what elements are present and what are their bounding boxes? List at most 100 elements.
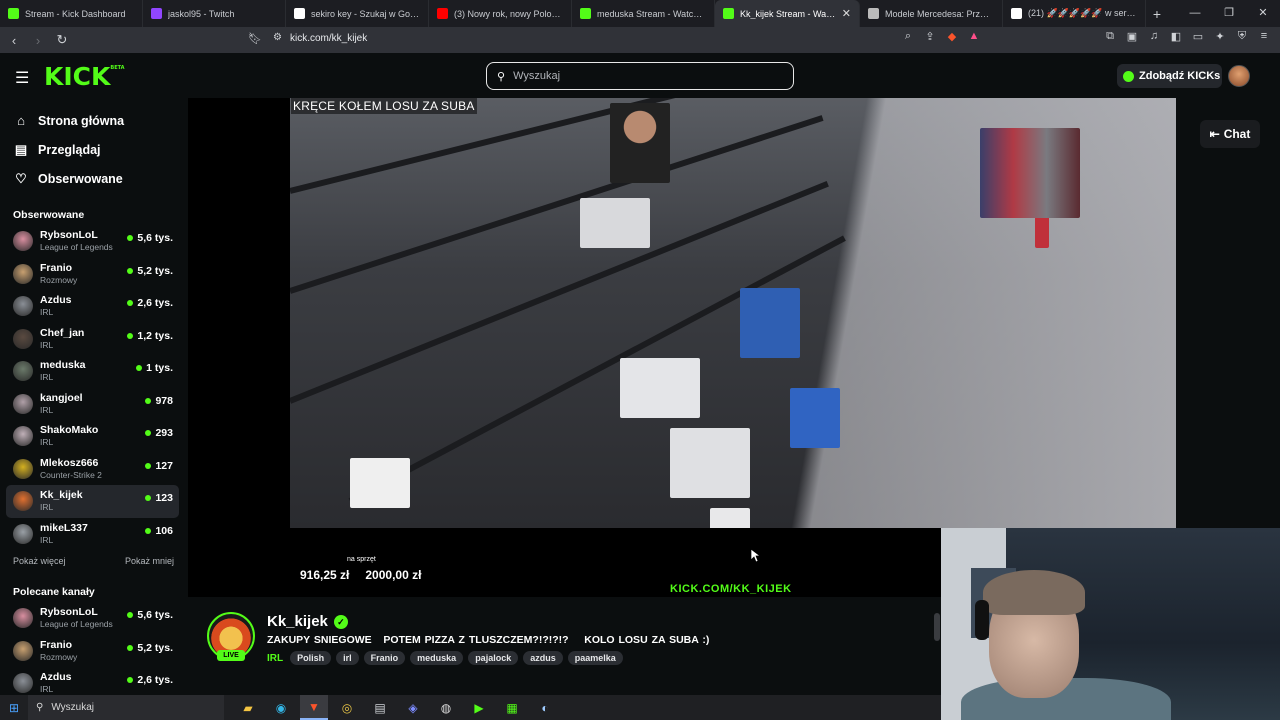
restore-icon[interactable]: ❐ (1212, 0, 1246, 27)
back-icon[interactable]: ‹ (4, 33, 24, 48)
file-explorer-icon[interactable]: ▰ (234, 695, 262, 720)
channel-name: mikeL337 (40, 521, 88, 534)
taskbar-search[interactable]: ⚲ Wyszukaj (28, 695, 224, 720)
sidebar-toggle-icon[interactable]: ◧ (1168, 30, 1184, 43)
sidebar-channel[interactable]: Franio Rozmowy 5,2 tys. (6, 635, 179, 668)
discord-icon[interactable]: ◈ (399, 695, 427, 720)
browser-tab[interactable]: Kk_kijek Stream - Watc... ✕ (715, 0, 860, 27)
sidebar-channel[interactable]: kangjoel IRL 978 (6, 388, 179, 421)
browser-tab-title: (21) 🚀🚀🚀🚀🚀 w serwisie... (1028, 8, 1137, 18)
menu-icon[interactable]: ≡ (1256, 30, 1272, 43)
channel-name: Franio (40, 638, 73, 651)
kick-logo[interactable]: KICKBETA (44, 62, 125, 91)
recommended-heading: Polecane kanały (13, 586, 95, 598)
stream-tag[interactable]: Polish (290, 651, 332, 665)
live-dot-icon (127, 677, 134, 683)
sidebar-nav-item[interactable]: ▤ Przeglądaj (0, 135, 188, 164)
browser-tab[interactable]: sekiro key - Szukaj w Google (286, 0, 429, 27)
leo-icon[interactable]: ✦ (1212, 30, 1228, 43)
edge-icon[interactable]: ◉ (267, 695, 295, 720)
video-player[interactable]: KRĘCE KOŁEM LOSU ZA SUBA na sprzęt 916,2… (188, 98, 1176, 597)
viewer-count: 127 (145, 460, 173, 472)
browser-tab[interactable]: meduska Stream - Watch L... (572, 0, 715, 27)
live-dot-icon (145, 495, 152, 501)
close-tab-icon[interactable]: ✕ (842, 7, 851, 20)
wallet2-icon[interactable]: ▭ (1190, 30, 1206, 43)
browser-tab[interactable]: jaskol95 - Twitch (143, 0, 286, 27)
stream-tag[interactable]: paamelka (567, 651, 623, 665)
channel-avatar (13, 523, 33, 544)
viewer-count: 1,2 tys. (127, 330, 173, 342)
sidebar-channel[interactable]: mikeL337 IRL 106 (6, 518, 179, 551)
browser-tab[interactable]: (21) 🚀🚀🚀🚀🚀 w serwisie... (1003, 0, 1146, 27)
sidebar-channel[interactable]: Chef_jan IRL 1,2 tys. (6, 323, 179, 356)
streamer-name[interactable]: Kk_kijek (267, 613, 328, 630)
wallet-icon[interactable]: ▣ (1124, 30, 1140, 43)
reload-icon[interactable]: ↻ (52, 32, 72, 48)
chrome-icon[interactable]: ◎ (333, 695, 361, 720)
channel-name: Mlekosz666 (40, 456, 99, 469)
channel-avatar (13, 296, 33, 317)
new-tab-icon[interactable]: + (1146, 6, 1168, 22)
channel-avatar (13, 491, 33, 512)
show-less-link[interactable]: Pokaż mniej (125, 556, 174, 566)
stream-tag[interactable]: Franio (363, 651, 406, 665)
sidebar-channel[interactable]: RybsonLoL League of Legends 5,6 tys. (6, 225, 179, 258)
bookmark-icon[interactable]: 🔖︎ (248, 32, 262, 45)
obs-icon[interactable]: ◍ (432, 695, 460, 720)
extensions-icon[interactable]: ⧉ (1102, 30, 1118, 43)
donation-target: 2000,00 zł (365, 568, 422, 582)
sidebar-channel[interactable]: Kk_kijek IRL 123 (6, 485, 179, 518)
video-frame[interactable] (290, 98, 1176, 528)
search-box[interactable]: ⚲ (486, 62, 794, 90)
viewer-count-value: 1,2 tys. (137, 329, 173, 342)
user-avatar[interactable] (1228, 65, 1250, 87)
browser-tab[interactable]: (3) Nowy rok, nowy Polonez (m... (429, 0, 572, 27)
sidebar-channel[interactable]: Mlekosz666 Counter-Strike 2 127 (6, 453, 179, 486)
sidebar-channel[interactable]: Franio Rozmowy 5,2 tys. (6, 258, 179, 291)
sidebar-channel[interactable]: ShakoMako IRL 293 (6, 420, 179, 453)
chat-toggle-button[interactable]: ⇤ Chat (1200, 120, 1260, 148)
share-icon[interactable]: ⇪ (922, 30, 938, 43)
sidebar-channel[interactable]: Azdus IRL 2,6 tys. (6, 667, 179, 695)
rewards-icon[interactable]: ▲ (966, 30, 982, 43)
site-settings-icon[interactable]: ⚙︎ (273, 32, 282, 43)
channel-avatar (13, 426, 33, 447)
channel-avatar (13, 393, 33, 414)
headset-icon (975, 600, 989, 640)
media-icon[interactable]: ▶ (465, 695, 493, 720)
close-window-icon[interactable]: ✕ (1246, 0, 1280, 27)
shield-icon[interactable]: ◆ (944, 30, 960, 43)
kick-app-icon[interactable]: ▦ (498, 695, 526, 720)
stream-category[interactable]: IRL (267, 653, 283, 664)
url-text[interactable]: kick.com/kk_kijek (290, 33, 367, 44)
sidebar-channel[interactable]: meduska IRL 1 tys. (6, 355, 179, 388)
get-kicks-button[interactable]: Zdobądź KICKs (1117, 64, 1222, 88)
zoom-icon[interactable]: ⌕ (900, 30, 916, 43)
channel-meta: RybsonLoL League of Legends (40, 606, 113, 630)
minimize-icon[interactable]: — (1178, 0, 1212, 27)
browser-tab-title: meduska Stream - Watch L... (597, 8, 706, 19)
browser-tab[interactable]: Stream - Kick Dashboard (0, 0, 143, 27)
vpn-icon[interactable]: ⛨ (1234, 30, 1250, 43)
sidebar-nav-item[interactable]: ♡ Obserwowane (0, 164, 188, 193)
scrollbar[interactable] (934, 613, 940, 641)
app-icon[interactable]: ▤ (366, 695, 394, 720)
stream-tag[interactable]: azdus (523, 651, 563, 665)
stream-tag[interactable]: irl (336, 651, 359, 665)
windows-start-icon[interactable]: ⊞ (0, 701, 28, 715)
music-icon[interactable]: ♫ (1146, 30, 1162, 43)
channel-category: IRL (40, 684, 54, 695)
sidebar-channel[interactable]: RybsonLoL League of Legends 5,6 tys. (6, 602, 179, 635)
stream-tag[interactable]: pajalock (468, 651, 519, 665)
show-more-link[interactable]: Pokaż więcej (13, 556, 66, 566)
forward-icon[interactable]: › (28, 33, 48, 48)
stream-tag[interactable]: meduska (410, 651, 464, 665)
brave-icon[interactable]: ▼ (300, 695, 328, 720)
steam-icon[interactable]: ◐ (531, 695, 559, 720)
sidebar-channel[interactable]: Azdus IRL 2,6 tys. (6, 290, 179, 323)
browser-tab[interactable]: Modele Mercedesa: Przegląd ... (860, 0, 1003, 27)
sidebar-nav-item[interactable]: ⌂ Strona główna (0, 106, 188, 135)
search-input[interactable] (513, 70, 774, 82)
hamburger-menu-icon[interactable]: ☰ (15, 68, 29, 88)
